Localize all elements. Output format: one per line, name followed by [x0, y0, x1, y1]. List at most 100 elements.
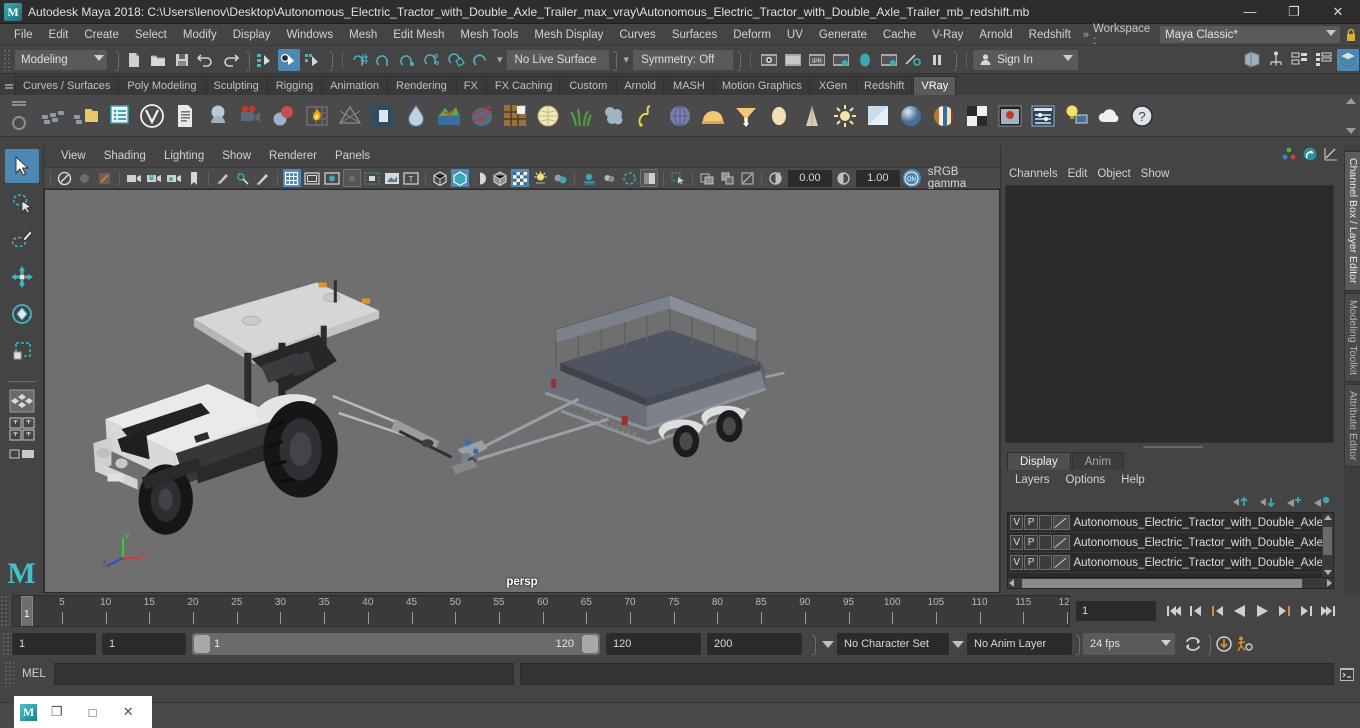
show-menu[interactable]: Show [1141, 166, 1180, 182]
vray-plane-icon[interactable] [366, 98, 399, 134]
table-row[interactable]: V P Autonomous_Electric_Tractor_with_Dou… [1008, 513, 1333, 533]
attribute-editor-icon[interactable] [1303, 147, 1317, 161]
layer-visibility-toggle[interactable]: V [1010, 515, 1024, 530]
snap-to-point-icon[interactable] [398, 49, 420, 71]
move-layer-down-icon[interactable] [1259, 495, 1276, 508]
camera-settings-icon[interactable] [165, 169, 183, 187]
table-row[interactable]: V P Autonomous_Electric_Tractor_with_Dou… [1008, 533, 1333, 553]
auto-keyframe-icon[interactable] [1214, 633, 1234, 655]
make-live-icon[interactable] [470, 49, 492, 71]
viewport-menu-renderer[interactable]: Renderer [260, 148, 326, 164]
shaded-wireframe-icon[interactable] [471, 169, 489, 187]
xray-icon[interactable] [669, 169, 687, 187]
menu-display[interactable]: Display [225, 27, 279, 43]
vray-ies-light-icon[interactable] [795, 98, 828, 134]
menu-mesh-display[interactable]: Mesh Display [526, 27, 611, 43]
table-row[interactable]: V P Autonomous_Electric_Tractor_with_Dou… [1008, 553, 1333, 573]
scroll-up-icon[interactable] [1346, 98, 1356, 104]
vray-sphere-fade-icon[interactable] [894, 98, 927, 134]
perspective-viewport[interactable]: y x z persp [44, 189, 1000, 593]
play-backwards-icon[interactable] [1230, 600, 1250, 622]
workspace-selector[interactable]: Maya Classic* [1160, 26, 1341, 43]
pause-icon[interactable] [926, 49, 948, 71]
layer-state-toggle[interactable] [1038, 555, 1053, 570]
menu-uv[interactable]: UV [779, 27, 811, 43]
outliner-icon[interactable] [1241, 49, 1263, 71]
textured-icon[interactable] [491, 169, 509, 187]
time-cursor[interactable]: 1 [21, 596, 33, 626]
sign-in-button[interactable]: Sign In [973, 49, 1079, 70]
vray-toon-icon[interactable] [927, 98, 960, 134]
shelf-tab-animation[interactable]: Animation [322, 76, 388, 95]
shelf-tab-fx[interactable]: FX [455, 76, 486, 95]
move-tool[interactable] [5, 260, 39, 294]
minimize-button[interactable]: — [1228, 0, 1272, 24]
vray-fur-icon[interactable] [465, 98, 498, 134]
snap-to-view-plane-icon[interactable] [446, 49, 468, 71]
shelf-tab-arnold[interactable]: Arnold [616, 76, 665, 95]
render-view-icon[interactable] [878, 49, 900, 71]
time-slider[interactable]: 1 5 10 15 20 25 30 35 40 45 50 55 60 65 70 75 80 85 90 95 1… [12, 595, 1070, 627]
view-transform-icon[interactable] [738, 169, 756, 187]
menu-modify[interactable]: Modify [175, 27, 225, 43]
snap-to-curve-icon[interactable] [374, 49, 396, 71]
step-back-key-icon[interactable] [1208, 600, 1228, 622]
anim-layer-chevron[interactable] [949, 640, 967, 648]
screen-space-ao-icon[interactable] [551, 169, 569, 187]
menu-vray[interactable]: V-Ray [924, 27, 971, 43]
viewport-menu-shading[interactable]: Shading [95, 148, 155, 164]
shelf-tab-xgen[interactable]: XGen [810, 76, 856, 95]
vray-help-icon[interactable]: ? [1125, 98, 1158, 134]
menu-curves[interactable]: Curves [611, 27, 663, 43]
menu-windows[interactable]: Windows [278, 27, 341, 43]
layer-playback-toggle[interactable]: P [1024, 535, 1038, 550]
viewport-menu-panels[interactable]: Panels [326, 148, 379, 164]
shelf-tab-curves-surfaces[interactable]: Curves / Surfaces [15, 76, 119, 95]
layers-menu[interactable]: Layers [1007, 472, 1058, 488]
safe-title-icon[interactable]: T [403, 169, 421, 187]
symmetry-field[interactable]: Symmetry: Off [633, 49, 734, 70]
snap-options-chevron[interactable]: ▾ [493, 53, 507, 66]
select-tool[interactable] [4, 149, 39, 183]
animation-preferences-icon[interactable] [1234, 633, 1254, 655]
select-by-component-icon[interactable] [302, 49, 324, 71]
lights-icon[interactable] [511, 169, 530, 187]
rotate-tool[interactable] [5, 297, 39, 331]
vray-sun-icon[interactable] [696, 98, 729, 134]
resolution-gate-icon[interactable] [323, 169, 341, 187]
menu-arnold[interactable]: Arnold [971, 27, 1020, 43]
vray-cloud-icon[interactable] [1092, 98, 1125, 134]
vray-sky-icon[interactable] [861, 98, 894, 134]
object-menu[interactable]: Object [1097, 166, 1140, 182]
graph-editor-icon[interactable] [1324, 147, 1338, 161]
layer-color-swatch[interactable] [1053, 515, 1071, 530]
hypergraph-icon[interactable] [1265, 49, 1287, 71]
hypershade-icon[interactable] [854, 49, 876, 71]
vray-light-material-icon[interactable] [762, 98, 795, 134]
layer-list-vertical-scrollbar[interactable] [1322, 513, 1333, 577]
layer-name[interactable]: Autonomous_Electric_Tractor_with_Double_… [1073, 557, 1333, 569]
render-sequence-icon[interactable] [782, 49, 804, 71]
move-layer-up-icon[interactable] [1232, 495, 1249, 508]
command-language-label[interactable]: MEL [14, 668, 54, 680]
shelf-tab-poly-modeling[interactable]: Poly Modeling [119, 76, 205, 95]
multisample-icon[interactable] [600, 169, 618, 187]
menu-cache[interactable]: Cache [875, 27, 924, 43]
channel-box-icon[interactable] [1282, 147, 1296, 161]
current-frame-field[interactable]: 1 [1076, 601, 1156, 621]
xray-active-components-icon[interactable] [718, 169, 736, 187]
range-slider[interactable]: 1 120 [192, 633, 600, 655]
paint-effects-icon[interactable] [254, 169, 272, 187]
select-by-hierarchy-icon[interactable] [254, 49, 276, 71]
menu-surfaces[interactable]: Surfaces [664, 27, 725, 43]
color-management-icon[interactable]: ON [902, 169, 921, 187]
vray-material-icon[interactable] [201, 98, 234, 134]
motion-blur-icon[interactable] [580, 169, 598, 187]
gamma-value[interactable]: 1.00 [855, 169, 900, 187]
vray-fire-icon[interactable] [300, 98, 333, 134]
go-to-start-icon[interactable] [1164, 600, 1184, 622]
vray-dome-light-icon[interactable] [531, 98, 564, 134]
scrollbar-thumb[interactable] [1323, 527, 1332, 555]
menu-generate[interactable]: Generate [811, 27, 875, 43]
menu-create[interactable]: Create [76, 27, 127, 43]
